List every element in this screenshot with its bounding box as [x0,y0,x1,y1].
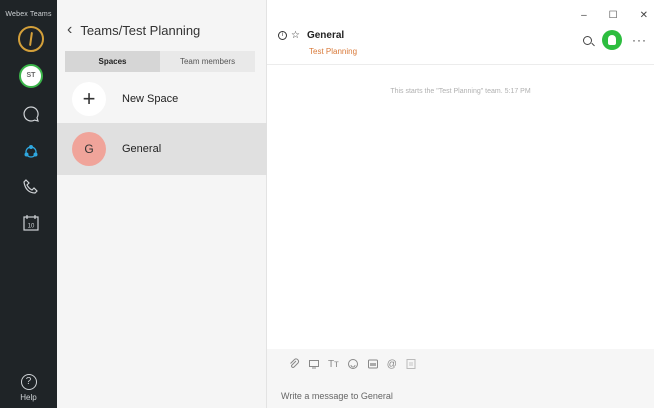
search-icon[interactable] [583,35,592,45]
more-options-icon[interactable]: ··· [632,33,647,47]
header-actions: ··· [583,30,647,50]
new-space-label: New Space [122,93,179,105]
composer-toolbar: Tт @ [288,358,417,370]
screen-share-icon[interactable] [308,358,320,370]
teams-icon[interactable] [20,141,42,163]
system-message: This starts the "Test Planning" team. 5:… [390,88,531,95]
gif-icon[interactable] [367,358,379,370]
text-format-icon[interactable]: Tт [328,359,339,370]
minimize-button[interactable]: – [581,10,587,21]
panel-header: ‹ Teams/Test Planning [67,21,200,39]
close-button[interactable]: ✕ [640,10,648,21]
mention-icon[interactable]: @ [387,359,397,370]
new-space-button[interactable]: + New Space [57,73,267,125]
svg-text:10: 10 [28,224,35,230]
conversation-title: General [306,30,345,41]
star-icon[interactable]: ☆ [291,30,300,41]
back-icon[interactable]: ‹ [67,21,72,39]
help-button[interactable]: ? Help [0,374,57,402]
info-icon[interactable]: i [278,31,287,40]
panel-title: Teams/Test Planning [80,22,201,38]
messaging-icon[interactable] [20,103,42,125]
app-brand: Webex Teams [5,11,52,18]
conversation-pane: – ☐ ✕ i ☆ General Test Planning ··· This… [267,0,654,408]
tab-team-members[interactable]: Team members [160,51,255,72]
message-input[interactable]: Write a message to General [281,391,393,401]
attach-icon[interactable] [288,358,300,370]
whiteboard-icon[interactable] [405,358,417,370]
header-divider [267,64,654,65]
calls-icon[interactable] [20,176,42,198]
emoji-icon[interactable] [347,358,359,370]
space-item-general[interactable]: G General [57,123,267,175]
space-name: General [122,143,162,155]
meeting-icon [608,35,616,45]
spaces-panel: ‹ Teams/Test Planning Spaces Team member… [57,0,267,408]
space-avatar: G [72,132,106,166]
nav-rail: Webex Teams ST 10 ? Help [0,0,57,408]
panel-tabs: Spaces Team members [65,51,255,72]
help-icon: ? [20,374,37,390]
calendar-icon[interactable]: 10 [20,212,42,234]
status-avatar[interactable] [18,26,44,52]
message-composer: Tт @ Write a message to General [267,349,654,408]
user-avatar[interactable]: ST [19,64,43,88]
help-label: Help [20,393,37,402]
conversation-header: i ☆ General [278,30,344,41]
maximize-button[interactable]: ☐ [609,10,618,21]
meeting-button[interactable] [602,30,622,50]
conversation-subtitle[interactable]: Test Planning [309,47,357,56]
window-controls: – ☐ ✕ [581,10,648,21]
tab-spaces[interactable]: Spaces [65,51,160,72]
plus-icon: + [72,82,106,116]
